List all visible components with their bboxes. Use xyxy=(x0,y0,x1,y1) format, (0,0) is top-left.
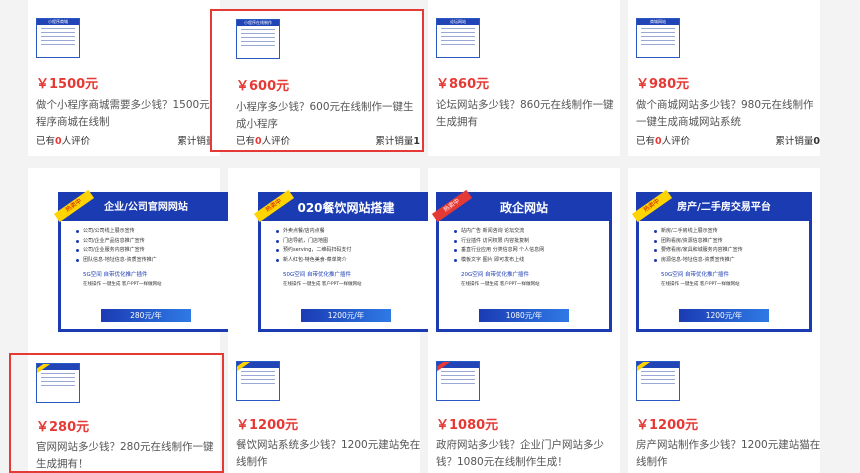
review-count: 已有0人评价 xyxy=(236,136,291,147)
poster-bullets: 公司/公司线上展示宣传 公司/企业产品信息推广宣传 公司/企业服务内容推广宣传 团队信… xyxy=(61,227,231,265)
product-price: ￥1200元 xyxy=(236,418,299,433)
product-card-selected[interactable]: ￥280元 官网网站多少钱？280元在线制作一键生成拥有！ xyxy=(9,353,224,473)
product-poster[interactable]: 热卖中 企业/公司官网网站 公司/公司线上展示宣传 公司/企业产品信息推广宣传 公司… xyxy=(53,189,234,332)
product-card-selected[interactable]: 小程序在线制作 ￥600元 小程序多少钱？600元在线制作一键生成小程序 已有0… xyxy=(210,9,424,152)
poster-subline: 在线操作 一键生成 客户PPT一样做网站 xyxy=(283,282,362,287)
product-thumbnail[interactable]: 小程序在线制作 xyxy=(236,19,280,59)
poster-feature: 20G空间 自带优化推广插件 xyxy=(461,272,530,278)
product-thumbnail[interactable] xyxy=(236,361,280,401)
product-thumbnail[interactable] xyxy=(36,363,80,403)
poster-price: 280元/年 xyxy=(101,309,191,322)
poster-bullets: 外卖点餐/店内点餐 门店导航，门店地图 预约serving，二维码扫码支付 新人红包-… xyxy=(261,227,431,265)
product-thumbnail[interactable]: 小程序商城 xyxy=(36,18,80,58)
product-price: ￥280元 xyxy=(36,420,90,435)
sales-count: 累计销量1 xyxy=(375,136,420,147)
poster-price: 1200元/年 xyxy=(679,309,769,322)
product-thumbnail[interactable]: 商城网站 xyxy=(636,18,680,58)
product-thumbnail[interactable]: 论坛网站 xyxy=(436,18,480,58)
product-card[interactable]: 热卖中 020餐饮网站搭建 外卖点餐/店内点餐 门店导航，门店地图 预约servin… xyxy=(228,168,434,473)
product-price: ￥600元 xyxy=(236,79,290,94)
product-title[interactable]: 房产网站制作多少钱？1200元建站猫在线制作 xyxy=(636,437,821,471)
poster-subline: 在线操作 一键生成 客户PPT一样做网站 xyxy=(83,282,162,287)
poster-subline: 在线操作 一键生成 客户PPT一样做网站 xyxy=(461,282,540,287)
product-price: ￥1080元 xyxy=(436,418,499,433)
poster-price: 1200元/年 xyxy=(301,309,391,322)
product-price: ￥1500元 xyxy=(36,77,99,92)
poster-feature: 50G空间 自带优化推广插件 xyxy=(661,272,730,278)
product-card[interactable]: 小程序商城 ￥1500元 做个小程序商城需要多少钱？1500元小程序商城在线制 … xyxy=(28,0,222,156)
poster-subline: 在线操作 一键生成 客户PPT一样做网站 xyxy=(661,282,740,287)
product-price: ￥1200元 xyxy=(636,418,699,433)
product-title[interactable]: 小程序多少钱？600元在线制作一键生成小程序 xyxy=(236,99,421,133)
product-title[interactable]: 官网网站多少钱？280元在线制作一键生成拥有！ xyxy=(36,439,221,473)
product-title[interactable]: 政府网站多少钱？企业门户网站多少钱？1080元在线制作生成！ xyxy=(436,437,621,471)
sales-count: 累计销量0 xyxy=(775,136,820,147)
review-count: 已有0人评价 xyxy=(36,136,91,147)
product-card[interactable]: 热卖中 政企网站 站内广告 新闻咨询 论坛交流 行业插件 访问权限 内容批复制 垂直… xyxy=(428,168,620,473)
product-card[interactable]: 商城网站 ￥980元 做个商城网站多少钱？980元在线制作一键生成商城网站系统 … xyxy=(628,0,820,156)
product-title[interactable]: 做个小程序商城需要多少钱？1500元小程序商城在线制 xyxy=(36,97,221,131)
product-poster[interactable]: 热卖中 政企网站 站内广告 新闻咨询 论坛交流 行业插件 访问权限 内容批复制 垂直… xyxy=(431,189,612,332)
poster-feature: 50G空间 自带优化推广插件 xyxy=(283,272,352,278)
product-card[interactable]: 论坛网站 ￥860元 论坛网站多少钱？860元在线制作一键生成拥有 xyxy=(428,0,620,156)
review-count: 已有0人评价 xyxy=(636,136,691,147)
poster-bullets: 站内广告 新闻咨询 论坛交流 行业插件 访问权限 内容批复制 垂直行业应用 分类信息… xyxy=(439,227,609,265)
product-title[interactable]: 论坛网站多少钱？860元在线制作一键生成拥有 xyxy=(436,97,621,131)
product-price: ￥860元 xyxy=(436,77,490,92)
product-card[interactable]: 热卖中 房产/二手房交易平台 新房/二手房线上展示宣传 团购看房/资源信息推广宣传… xyxy=(628,168,820,473)
poster-feature: 5G空间 自带优化推广插件 xyxy=(83,272,148,278)
poster-bullets: 新房/二手房线上展示宣传 团购看房/资源信息推广宣传 要修看房/家具和城服务内容推广… xyxy=(639,227,809,265)
product-title[interactable]: 餐饮网站系统多少钱？1200元建站免在线制作 xyxy=(236,437,421,471)
product-poster[interactable]: 热卖中 房产/二手房交易平台 新房/二手房线上展示宣传 团购看房/资源信息推广宣传… xyxy=(631,189,812,332)
product-title[interactable]: 做个商城网站多少钱？980元在线制作一键生成商城网站系统 xyxy=(636,97,821,131)
product-thumbnail[interactable] xyxy=(636,361,680,401)
product-price: ￥980元 xyxy=(636,77,690,92)
product-thumbnail[interactable] xyxy=(436,361,480,401)
product-poster[interactable]: 热卖中 020餐饮网站搭建 外卖点餐/店内点餐 门店导航，门店地图 预约servin… xyxy=(253,189,434,332)
poster-price: 1080元/年 xyxy=(479,309,569,322)
